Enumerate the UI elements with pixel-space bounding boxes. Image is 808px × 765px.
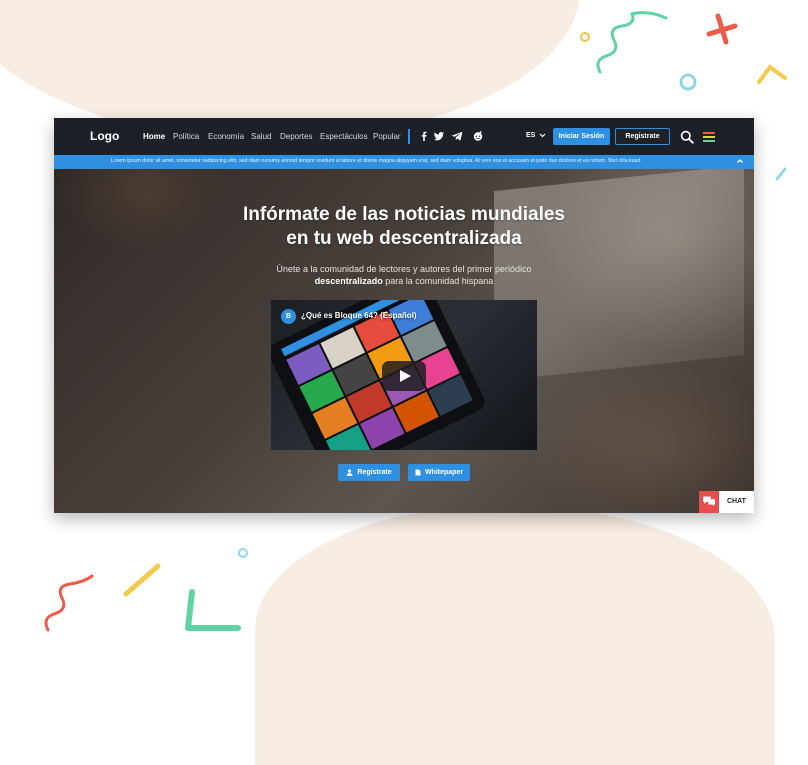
twitter-icon[interactable] [433,130,445,142]
nav-item-espectaculos[interactable]: Espectáculos [320,132,368,141]
chevron-down-icon [539,133,546,138]
decor-squiggle-green [596,11,668,74]
announcement-banner: Lorem ipsum dolor sit amet, consetetur s… [54,155,754,169]
nav-item-home[interactable]: Home [143,132,165,141]
video-title[interactable]: ¿Qué es Bloque 64? (Español) [301,311,417,320]
decor-chevron-green [185,589,241,631]
chat-widget[interactable]: CHAT [699,491,754,513]
telegram-icon[interactable] [451,130,463,142]
hero-title-line-2: en tu web descentralizada [286,228,522,249]
decor-blob-bottom [255,505,775,765]
language-selector[interactable]: ES [526,132,546,139]
hero-register-button[interactable]: Registrate [338,464,400,481]
hero-register-label: Registrate [357,469,392,476]
facebook-icon[interactable] [418,130,430,142]
hero-title-line-1: Infórmate de las noticias mundiales [242,204,566,225]
nav-item-salud[interactable]: Salud [251,132,271,141]
chat-label: CHAT [727,498,746,505]
whitepaper-label: Whitepaper [424,469,464,476]
hamburger-menu-icon[interactable] [703,132,715,142]
decor-ring-blue-small [238,548,248,558]
website-screenshot: Logo Home Política Economía Salud Deport… [54,118,754,513]
decor-ring-yellow-small [580,32,590,42]
reddit-icon[interactable] [472,130,484,142]
user-icon [346,469,353,476]
nav-item-deportes[interactable]: Deportes [280,132,312,141]
decor-plus-red [706,13,738,45]
decor-squiggle-red [44,574,94,632]
nav-item-popular[interactable]: Popular [373,132,401,141]
search-icon[interactable] [680,130,694,144]
hero-subtitle-line-2: descentralizado para la comunidad hispan… [54,275,754,287]
register-button[interactable]: Registrate [615,128,670,145]
hero-subtitle: Únete a la comunidad de lectores y autor… [54,263,754,287]
hero-title: Infórmate de las noticias mundiales en t… [54,203,754,251]
document-icon [415,469,421,476]
language-code: ES [526,132,536,139]
decor-dash-yellow [123,563,161,597]
decor-dash-blue [775,167,787,181]
announcement-text: Lorem ipsum dolor sit amet, consetetur s… [111,158,642,164]
whitepaper-button[interactable]: Whitepaper [408,464,470,481]
site-logo[interactable]: Logo [90,129,119,143]
chat-bubble-icon [703,496,715,506]
hero-subtitle-line-1: Únete a la comunidad de lectores y autor… [276,264,532,274]
decor-chevron-yellow [757,64,787,84]
navbar: Logo Home Política Economía Salud Deport… [54,118,754,155]
video-channel-avatar[interactable]: B [281,309,296,324]
nav-item-economia[interactable]: Economía [208,132,244,141]
video-player[interactable]: B ¿Qué es Bloque 64? (Español) [271,300,537,450]
nav-divider [408,129,410,144]
play-icon[interactable] [382,361,426,391]
nav-item-politica[interactable]: Política [173,132,199,141]
chat-icon-box [699,491,719,513]
hero-subtitle-rest: para la comunidad hispana [382,276,494,286]
hero-subtitle-bold: descentralizado [314,276,383,286]
login-button[interactable]: Iniciar Sesión [553,128,610,145]
decor-ring-blue [679,73,697,91]
chevron-up-icon[interactable] [736,157,744,165]
